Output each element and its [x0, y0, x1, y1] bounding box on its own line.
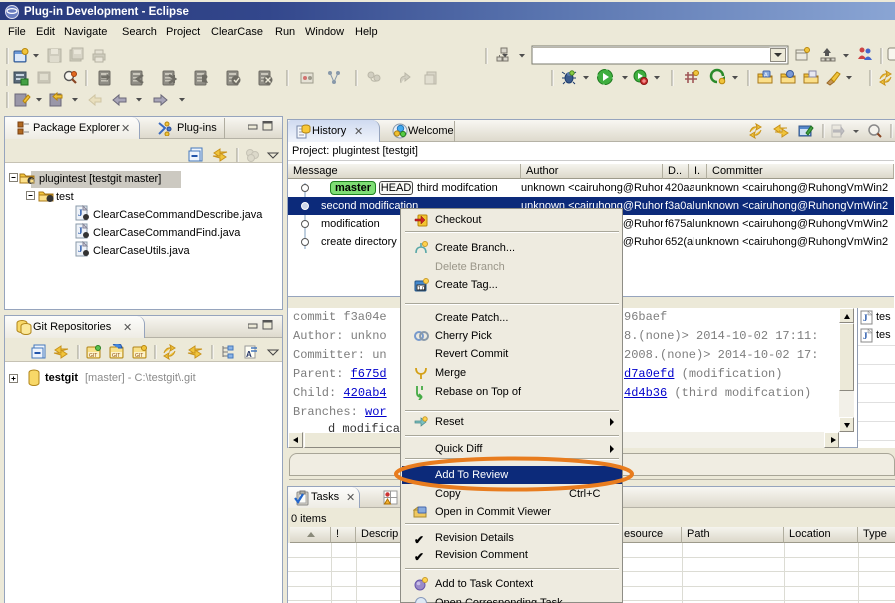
svg-text:J: J	[863, 331, 868, 341]
svg-text:J: J	[863, 313, 868, 323]
svg-text:J: J	[78, 226, 83, 236]
svg-text:GIT: GIT	[135, 353, 143, 359]
svg-text:GIT: GIT	[89, 353, 97, 359]
svg-text:A: A	[764, 73, 768, 79]
svg-text:1.0: 1.0	[418, 286, 425, 292]
svg-text:GIT: GIT	[112, 353, 120, 359]
svg-text:A: A	[246, 350, 252, 359]
svg-text:J: J	[78, 208, 83, 218]
svg-text:J: J	[78, 244, 83, 254]
svg-text:✱: ✱	[29, 178, 35, 186]
